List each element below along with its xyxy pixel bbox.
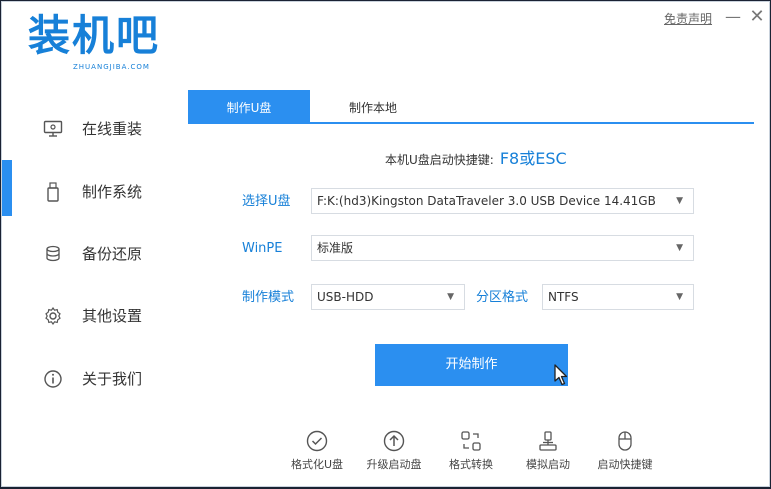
- chevron-down-icon: ▼: [676, 243, 683, 253]
- sidebar-item-online-reinstall[interactable]: 在线重装: [2, 104, 182, 154]
- winpe-select-label: WinPE: [242, 241, 283, 256]
- tool-format-usb[interactable]: 格式化U盘: [283, 427, 351, 477]
- tool-boot-shortcut[interactable]: 启动快捷键: [591, 427, 659, 477]
- mode-select[interactable]: USB-HDD ▼: [311, 284, 465, 310]
- sidebar-item-backup-restore[interactable]: 备份还原: [2, 229, 182, 279]
- monitor-icon: [43, 119, 63, 139]
- tab-bar: 制作U盘 制作本地: [188, 90, 754, 124]
- disclaimer-link[interactable]: 免责声明: [664, 10, 712, 27]
- partition-select-label: 分区格式: [476, 290, 529, 305]
- close-button[interactable]: ✕: [748, 8, 766, 26]
- tab-make-local[interactable]: 制作本地: [310, 90, 436, 124]
- sidebar-item-label: 备份还原: [82, 245, 143, 263]
- start-make-button[interactable]: 开始制作: [375, 344, 568, 386]
- sidebar-item-label: 其他设置: [82, 307, 143, 325]
- sidebar-item-other-settings[interactable]: 其他设置: [2, 291, 182, 341]
- gear-icon: [43, 306, 63, 326]
- sidebar-item-label: 制作系统: [82, 183, 143, 201]
- logo-subtext: ZHUANGJIBA.COM: [73, 63, 150, 71]
- logo-text: 装机吧: [28, 11, 161, 60]
- usb-select-value: F:K:(hd3)Kingston DataTraveler 3.0 USB D…: [317, 194, 656, 208]
- tool-label: 启动快捷键: [597, 458, 653, 471]
- sidebar-item-label: 关于我们: [82, 370, 143, 388]
- minimize-button[interactable]: —: [724, 8, 742, 26]
- sidebar-item-about-us[interactable]: 关于我们: [2, 354, 182, 404]
- convert-icon: [459, 429, 483, 453]
- mouse-icon: [613, 429, 637, 453]
- sidebar-item-make-system[interactable]: 制作系统: [2, 167, 182, 217]
- tool-label: 格式转换: [449, 458, 493, 471]
- tool-upgrade-boot-disk[interactable]: 升级启动盘: [360, 427, 428, 477]
- tool-label: 升级启动盘: [366, 458, 422, 471]
- chevron-down-icon: ▼: [447, 292, 454, 302]
- usb-select[interactable]: F:K:(hd3)Kingston DataTraveler 3.0 USB D…: [311, 188, 694, 214]
- sidebar-item-label: 在线重装: [82, 120, 143, 138]
- usb-icon: [43, 182, 63, 202]
- upgrade-icon: [382, 429, 406, 453]
- app-window: 装机吧 ZHUANGJIBA.COM 免责声明 — ✕ 在线重装 制作系统 备份…: [1, 1, 770, 487]
- partition-select-value: NTFS: [548, 290, 579, 304]
- shortcut-info: 本机U盘启动快捷键: F8或ESC: [385, 149, 567, 170]
- winpe-select-value: 标准版: [317, 241, 354, 255]
- mode-select-value: USB-HDD: [317, 290, 374, 304]
- chevron-down-icon: ▼: [676, 196, 683, 206]
- winpe-select[interactable]: 标准版 ▼: [311, 235, 694, 261]
- mouse-cursor-icon: [554, 364, 568, 386]
- tab-make-usb[interactable]: 制作U盘: [188, 90, 310, 124]
- chevron-down-icon: ▼: [676, 292, 683, 302]
- tool-simulate-boot[interactable]: 模拟启动: [514, 427, 582, 477]
- simulate-icon: [536, 429, 560, 453]
- tool-label: 模拟启动: [526, 458, 570, 471]
- check-circle-icon: [305, 429, 329, 453]
- shortcut-label: 本机U盘启动快捷键:: [385, 153, 494, 167]
- info-icon: [43, 369, 63, 389]
- tool-label: 格式化U盘: [290, 458, 344, 471]
- shortcut-key: F8或ESC: [499, 149, 567, 168]
- partition-select[interactable]: NTFS ▼: [542, 284, 694, 310]
- backup-icon: [43, 244, 63, 264]
- usb-select-label: 选择U盘: [242, 194, 291, 209]
- mode-select-label: 制作模式: [242, 290, 295, 305]
- app-logo: 装机吧 ZHUANGJIBA.COM: [28, 12, 168, 77]
- tool-format-convert[interactable]: 格式转换: [437, 427, 505, 477]
